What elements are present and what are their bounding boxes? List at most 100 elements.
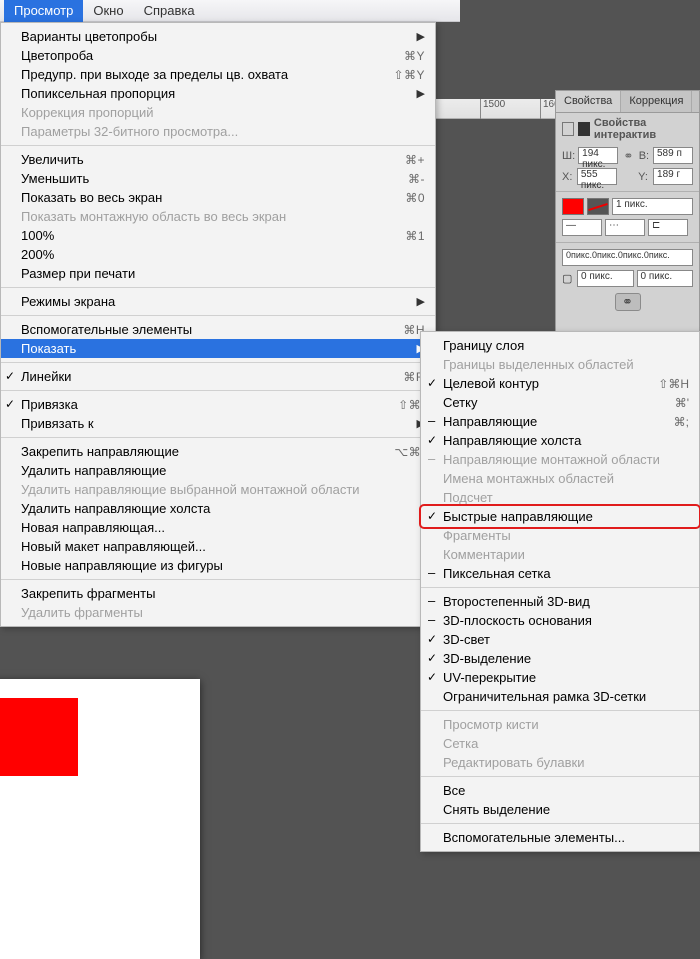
menu-item[interactable]: Предупр. при выходе за пределы цв. охват… — [1, 65, 435, 84]
submenu-item[interactable]: –Пиксельная сетка — [421, 564, 699, 583]
menu-item[interactable]: Закрепить направляющие⌥⌘; — [1, 442, 435, 461]
submenu-item-label: 3D-свет — [443, 632, 689, 647]
submenu-arrow-icon: ▶ — [417, 30, 425, 43]
submenu-item-label: Сетка — [443, 736, 689, 751]
submenu-item-label: Направляющие — [443, 414, 674, 429]
pad-field-1[interactable]: 0 пикс. — [577, 270, 634, 287]
menu-item-label: Показать — [21, 341, 417, 356]
submenu-item[interactable]: Границу слоя — [421, 336, 699, 355]
menu-item-label: Параметры 32-битного просмотра... — [21, 124, 425, 139]
x-label: X: — [562, 171, 574, 183]
menu-item-label: Коррекция пропорций — [21, 105, 425, 120]
menu-item-label: Удалить фрагменты — [21, 605, 425, 620]
shortcut-label: ⌘' — [675, 396, 689, 410]
menubar-help[interactable]: Справка — [134, 0, 205, 22]
tab-properties[interactable]: Свойства — [556, 91, 621, 112]
height-field[interactable]: 589 п — [653, 147, 693, 164]
shortcut-label: ⌘1 — [399, 229, 425, 243]
menu-item[interactable]: 200% — [1, 245, 435, 264]
submenu-item[interactable]: Ограничительная рамка 3D-сетки — [421, 687, 699, 706]
link-corners-button[interactable]: ⚭ — [615, 293, 641, 311]
submenu-item-label: Просмотр кисти — [443, 717, 689, 732]
menu-item: Параметры 32-битного просмотра... — [1, 122, 435, 141]
pad-field-2[interactable]: 0 пикс. — [637, 270, 694, 287]
submenu-item[interactable]: Сетку⌘' — [421, 393, 699, 412]
submenu-item-label: Направляющие холста — [443, 433, 689, 448]
submenu-item[interactable]: –Второстепенный 3D-вид — [421, 592, 699, 611]
menu-item[interactable]: Удалить направляющие — [1, 461, 435, 480]
menu-item[interactable]: Новый макет направляющей... — [1, 537, 435, 556]
width-label: Ш: — [562, 150, 575, 162]
submenu-item: Просмотр кисти — [421, 715, 699, 734]
checkmark-icon: ✓ — [427, 433, 437, 447]
submenu-item[interactable]: Снять выделение — [421, 800, 699, 819]
submenu-item-label: 3D-выделение — [443, 651, 689, 666]
menu-item-label: Режимы экрана — [21, 294, 417, 309]
submenu-item[interactable]: ✓Целевой контур⇧⌘H — [421, 374, 699, 393]
mixed-state-icon: – — [428, 451, 435, 466]
submenu-item[interactable]: ✓Быстрые направляющие — [421, 507, 699, 526]
menu-item: Удалить фрагменты — [1, 603, 435, 622]
submenu-arrow-icon: ▶ — [417, 295, 425, 308]
submenu-item-label: Границы выделенных областей — [443, 357, 689, 372]
submenu-item[interactable]: Вспомогательные элементы... — [421, 828, 699, 847]
menu-item[interactable]: Размер при печати — [1, 264, 435, 283]
submenu-item: Границы выделенных областей — [421, 355, 699, 374]
submenu-item-label: Сетку — [443, 395, 675, 410]
link-icon[interactable]: ⚭ — [621, 149, 636, 163]
menu-item[interactable]: Цветопроба⌘Y — [1, 46, 435, 65]
menu-item-label: Размер при печати — [21, 266, 425, 281]
menu-item: Коррекция пропорций — [1, 103, 435, 122]
menu-item[interactable]: Вспомогательные элементы⌘H — [1, 320, 435, 339]
submenu-item-label: Границу слоя — [443, 338, 689, 353]
menu-item[interactable]: Новая направляющая... — [1, 518, 435, 537]
submenu-item-label: Быстрые направляющие — [443, 509, 689, 524]
stroke-width-field[interactable]: 1 пикс. — [612, 198, 693, 215]
menu-item[interactable]: Привязать к▶ — [1, 414, 435, 433]
corner-field[interactable]: 0пикс.0пикс.0пикс.0пикс. — [562, 249, 693, 266]
menu-item[interactable]: Показать во весь экран⌘0 — [1, 188, 435, 207]
menu-item[interactable]: Закрепить фрагменты — [1, 584, 435, 603]
menu-item[interactable]: ✓Привязка⇧⌘; — [1, 395, 435, 414]
y-field[interactable]: 189 г — [653, 168, 693, 185]
view-menu: Варианты цветопробы▶Цветопроба⌘YПредупр.… — [0, 22, 436, 627]
menu-item[interactable]: Попиксельная пропорция▶ — [1, 84, 435, 103]
menu-item[interactable]: Варианты цветопробы▶ — [1, 27, 435, 46]
red-shape[interactable] — [0, 698, 78, 776]
submenu-item[interactable]: –Направляющие⌘; — [421, 412, 699, 431]
menu-item-label: Привязать к — [21, 416, 417, 431]
tab-adjustments[interactable]: Коррекция — [621, 91, 692, 112]
menu-item[interactable]: Уменьшить⌘- — [1, 169, 435, 188]
shortcut-label: ⌘Y — [398, 49, 425, 63]
menu-item-label: Удалить направляющие холста — [21, 501, 425, 516]
menu-item[interactable]: Режимы экрана▶ — [1, 292, 435, 311]
properties-panel: Свойства Коррекция Свойства интерактив Ш… — [555, 90, 700, 350]
submenu-item[interactable]: –3D-плоскость основания — [421, 611, 699, 630]
menubar-view[interactable]: Просмотр — [4, 0, 83, 22]
menubar: Просмотр Окно Справка — [0, 0, 460, 22]
submenu-item[interactable]: ✓3D-выделение — [421, 649, 699, 668]
panel-title: Свойства интерактив — [594, 117, 693, 141]
submenu-item[interactable]: ✓ Направляющие холста — [421, 431, 699, 450]
menu-item[interactable]: 100%⌘1 — [1, 226, 435, 245]
x-field[interactable]: 555 пикс. — [577, 168, 617, 185]
submenu-item[interactable]: ✓UV-перекрытие — [421, 668, 699, 687]
menu-item[interactable]: Показать▶ — [1, 339, 435, 358]
menu-item-label: Попиксельная пропорция — [21, 86, 417, 101]
submenu-item[interactable]: Все — [421, 781, 699, 800]
menu-item[interactable]: Удалить направляющие холста — [1, 499, 435, 518]
shortcut-label: ⇧⌘Y — [387, 68, 425, 82]
menubar-window[interactable]: Окно — [83, 0, 133, 22]
submenu-item[interactable]: ✓3D-свет — [421, 630, 699, 649]
stroke-swatch[interactable] — [587, 198, 609, 215]
mixed-state-icon: – — [428, 612, 435, 627]
shape-icon — [562, 122, 574, 136]
submenu-item-label: Второстепенный 3D-вид — [443, 594, 689, 609]
width-field[interactable]: 194 пикс. — [578, 147, 618, 164]
menu-item[interactable]: Новые направляющие из фигуры — [1, 556, 435, 575]
menu-item[interactable]: ✓Линейки⌘R — [1, 367, 435, 386]
fill-swatch[interactable] — [562, 198, 584, 215]
submenu-item-label: Ограничительная рамка 3D-сетки — [443, 689, 689, 704]
menu-item[interactable]: Увеличить⌘+ — [1, 150, 435, 169]
submenu-item-label: Пиксельная сетка — [443, 566, 689, 581]
